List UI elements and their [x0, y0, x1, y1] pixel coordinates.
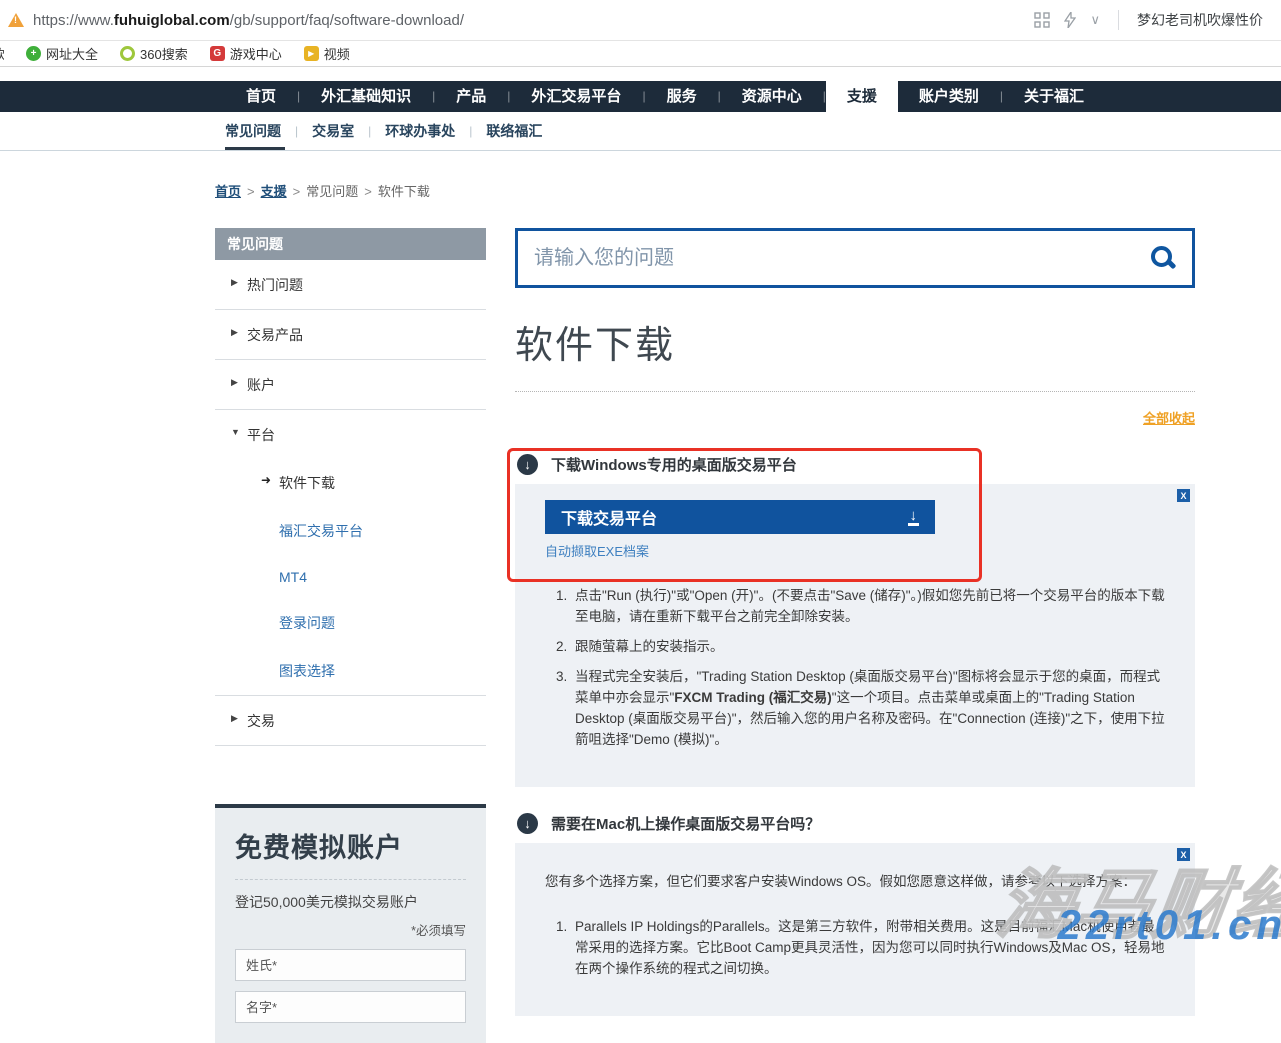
exe-file-link[interactable]: 自动撷取EXE档案: [545, 541, 649, 560]
lightning-icon[interactable]: [1064, 12, 1076, 28]
browser-tab-title[interactable]: 梦幻老司机吹爆性价: [1137, 10, 1267, 30]
breadcrumb: 首页>支援>常见问题>软件下载: [215, 181, 1281, 200]
nav-support-active[interactable]: 支援: [826, 81, 898, 120]
breadcrumb-current: 软件下载: [378, 184, 430, 199]
broken-image-icon[interactable]: X: [1177, 848, 1190, 861]
search-icon[interactable]: [1150, 245, 1176, 271]
accordion-windows-header[interactable]: ↓ 下载Windows专用的桌面版交易平台: [515, 454, 1195, 475]
breadcrumb-home[interactable]: 首页: [215, 184, 241, 199]
plus-icon: +: [26, 46, 41, 61]
list-item: 当程式完全安装后，"Trading Station Desktop (桌面版交易…: [571, 666, 1165, 750]
chevron-down-icon[interactable]: ∨: [1090, 12, 1100, 28]
ring-icon: [120, 46, 135, 61]
subnav-contact[interactable]: 联络福汇: [472, 112, 556, 150]
qr-code-icon[interactable]: [1034, 12, 1050, 28]
nav-products[interactable]: 产品: [435, 81, 507, 112]
bookmark-gamecenter[interactable]: G 游戏中心: [210, 44, 282, 63]
subnav-faq-active[interactable]: 常见问题: [225, 112, 295, 150]
nav-resources[interactable]: 资源中心: [721, 81, 823, 112]
accordion-mac-header[interactable]: ↓ 需要在Mac机上操作桌面版交易平台吗？: [515, 813, 1195, 834]
faq-main-content: 软件下载 全部收起 ↓ 下载Windows专用的桌面版交易平台 X 下载交易平台…: [515, 228, 1195, 1016]
list-item: 跟随萤幕上的安装指示。: [571, 636, 1165, 657]
demo-box-title: 免费模拟账户: [235, 826, 466, 865]
search-input[interactable]: [534, 247, 1150, 270]
download-icon: ↓: [908, 509, 920, 526]
bookmark-clipped[interactable]: 款: [0, 44, 4, 63]
divider: [235, 879, 466, 880]
video-play-icon: ▶: [304, 46, 319, 61]
install-steps-list: 点击"Run (执行)"或"Open (开)"。(不要点击"Save (储存)"…: [549, 585, 1165, 750]
nav-forex-basics[interactable]: 外汇基础知识: [300, 81, 432, 112]
bookmarks-bar: 款 + 网址大全 360搜索 G 游戏中心 ▶ 视频: [0, 41, 1281, 67]
last-name-field[interactable]: [235, 949, 466, 981]
security-warning-icon[interactable]: [8, 13, 24, 27]
browser-url-bar: https://www.fuhuiglobal.com/gb/support/f…: [0, 0, 1281, 41]
sidebar-subitem-mt4[interactable]: MT4: [215, 555, 486, 599]
subnav-global-offices[interactable]: 环球办事处: [371, 112, 469, 150]
caret-right-icon: ▶: [231, 327, 238, 338]
accordion-windows-panel: X 下载交易平台 ↓ 自动撷取EXE档案 点击"Run (执行)"或"Open …: [515, 484, 1195, 787]
divider: [515, 391, 1195, 392]
accordion-windows-download: ↓ 下载Windows专用的桌面版交易平台 X 下载交易平台 ↓ 自动撷取EXE…: [515, 454, 1195, 787]
caret-down-icon: ▼: [231, 427, 240, 437]
chrome-gap: [0, 67, 1281, 81]
required-note: *必须填写: [235, 920, 466, 939]
collapse-all-link[interactable]: 全部收起: [1143, 411, 1195, 426]
nav-trading-platforms[interactable]: 外汇交易平台: [510, 81, 642, 112]
free-demo-account-box: 免费模拟账户 登记50,000美元模拟交易账户 *必须填写: [215, 804, 486, 1043]
sidebar-subitem-login-issues[interactable]: 登录问题: [215, 599, 486, 647]
circle-down-arrow-icon: ↓: [517, 454, 538, 475]
support-subnav: 常见问题| 交易室| 环球办事处| 联络福汇: [0, 112, 1281, 151]
sidebar-subitem-fxcm-platform[interactable]: 福汇交易平台: [215, 507, 486, 555]
accordion-mac: ↓ 需要在Mac机上操作桌面版交易平台吗？ X 您有多个选择方案，但它们要求客户…: [515, 813, 1195, 1016]
page-content: 首页>支援>常见问题>软件下载 常见问题 ▶热门问题 ▶交易产品 ▶账户 ▼平台…: [0, 151, 1281, 1043]
list-item: 点击"Run (执行)"或"Open (开)"。(不要点击"Save (储存)"…: [571, 585, 1165, 627]
sidebar-item-account[interactable]: ▶账户: [215, 360, 486, 410]
sidebar-item-trading-products[interactable]: ▶交易产品: [215, 310, 486, 360]
accordion-mac-panel: X 您有多个选择方案，但它们要求客户安装Windows OS。假如您愿意这样做，…: [515, 843, 1195, 1016]
nav-services[interactable]: 服务: [646, 81, 718, 112]
circle-down-arrow-icon: ↓: [517, 813, 538, 834]
broken-image-icon[interactable]: X: [1177, 489, 1190, 502]
nav-about[interactable]: 关于福汇: [1003, 81, 1105, 112]
arrow-right-icon: ➜: [261, 473, 271, 487]
breadcrumb-faq: 常见问题: [306, 184, 358, 199]
divider: [1118, 10, 1119, 30]
game-icon: G: [210, 46, 225, 61]
bookmark-360search[interactable]: 360搜索: [120, 44, 188, 63]
faq-sidebar: 常见问题 ▶热门问题 ▶交易产品 ▶账户 ▼平台 ➜软件下载 福汇交易平台 MT…: [215, 228, 486, 1043]
bookmark-video[interactable]: ▶ 视频: [304, 44, 350, 63]
sidebar-item-platform[interactable]: ▼平台: [215, 410, 486, 459]
caret-right-icon: ▶: [231, 713, 238, 724]
demo-box-subtitle: 登记50,000美元模拟交易账户: [235, 892, 466, 912]
sidebar-subitem-chart-options[interactable]: 图表选择: [215, 647, 486, 695]
mac-options-intro: 您有多个选择方案，但它们要求客户安装Windows OS。假如您愿意这样做，请参…: [545, 871, 1165, 892]
url-input[interactable]: https://www.fuhuiglobal.com/gb/support/f…: [33, 12, 1024, 29]
sidebar-header: 常见问题: [215, 228, 486, 260]
sidebar-item-trading[interactable]: ▶交易: [215, 696, 486, 746]
main-navigation: 首页| 外汇基础知识| 产品| 外汇交易平台| 服务| 资源中心| 支援 账户类…: [0, 81, 1281, 112]
caret-right-icon: ▶: [231, 277, 238, 288]
sidebar-subitem-software-download[interactable]: ➜软件下载: [215, 459, 486, 507]
nav-home[interactable]: 首页: [225, 81, 297, 112]
subnav-trading-room[interactable]: 交易室: [298, 112, 368, 150]
page-title: 软件下载: [515, 314, 1195, 369]
nav-account-types[interactable]: 账户类别: [898, 81, 1000, 112]
first-name-field[interactable]: [235, 991, 466, 1023]
caret-right-icon: ▶: [231, 377, 238, 388]
bookmark-wangzhidaquan[interactable]: + 网址大全: [26, 44, 98, 63]
download-platform-button[interactable]: 下载交易平台 ↓: [545, 500, 935, 534]
breadcrumb-support[interactable]: 支援: [261, 184, 287, 199]
question-search-box: [515, 228, 1195, 288]
sidebar-item-hot-questions[interactable]: ▶热门问题: [215, 260, 486, 310]
